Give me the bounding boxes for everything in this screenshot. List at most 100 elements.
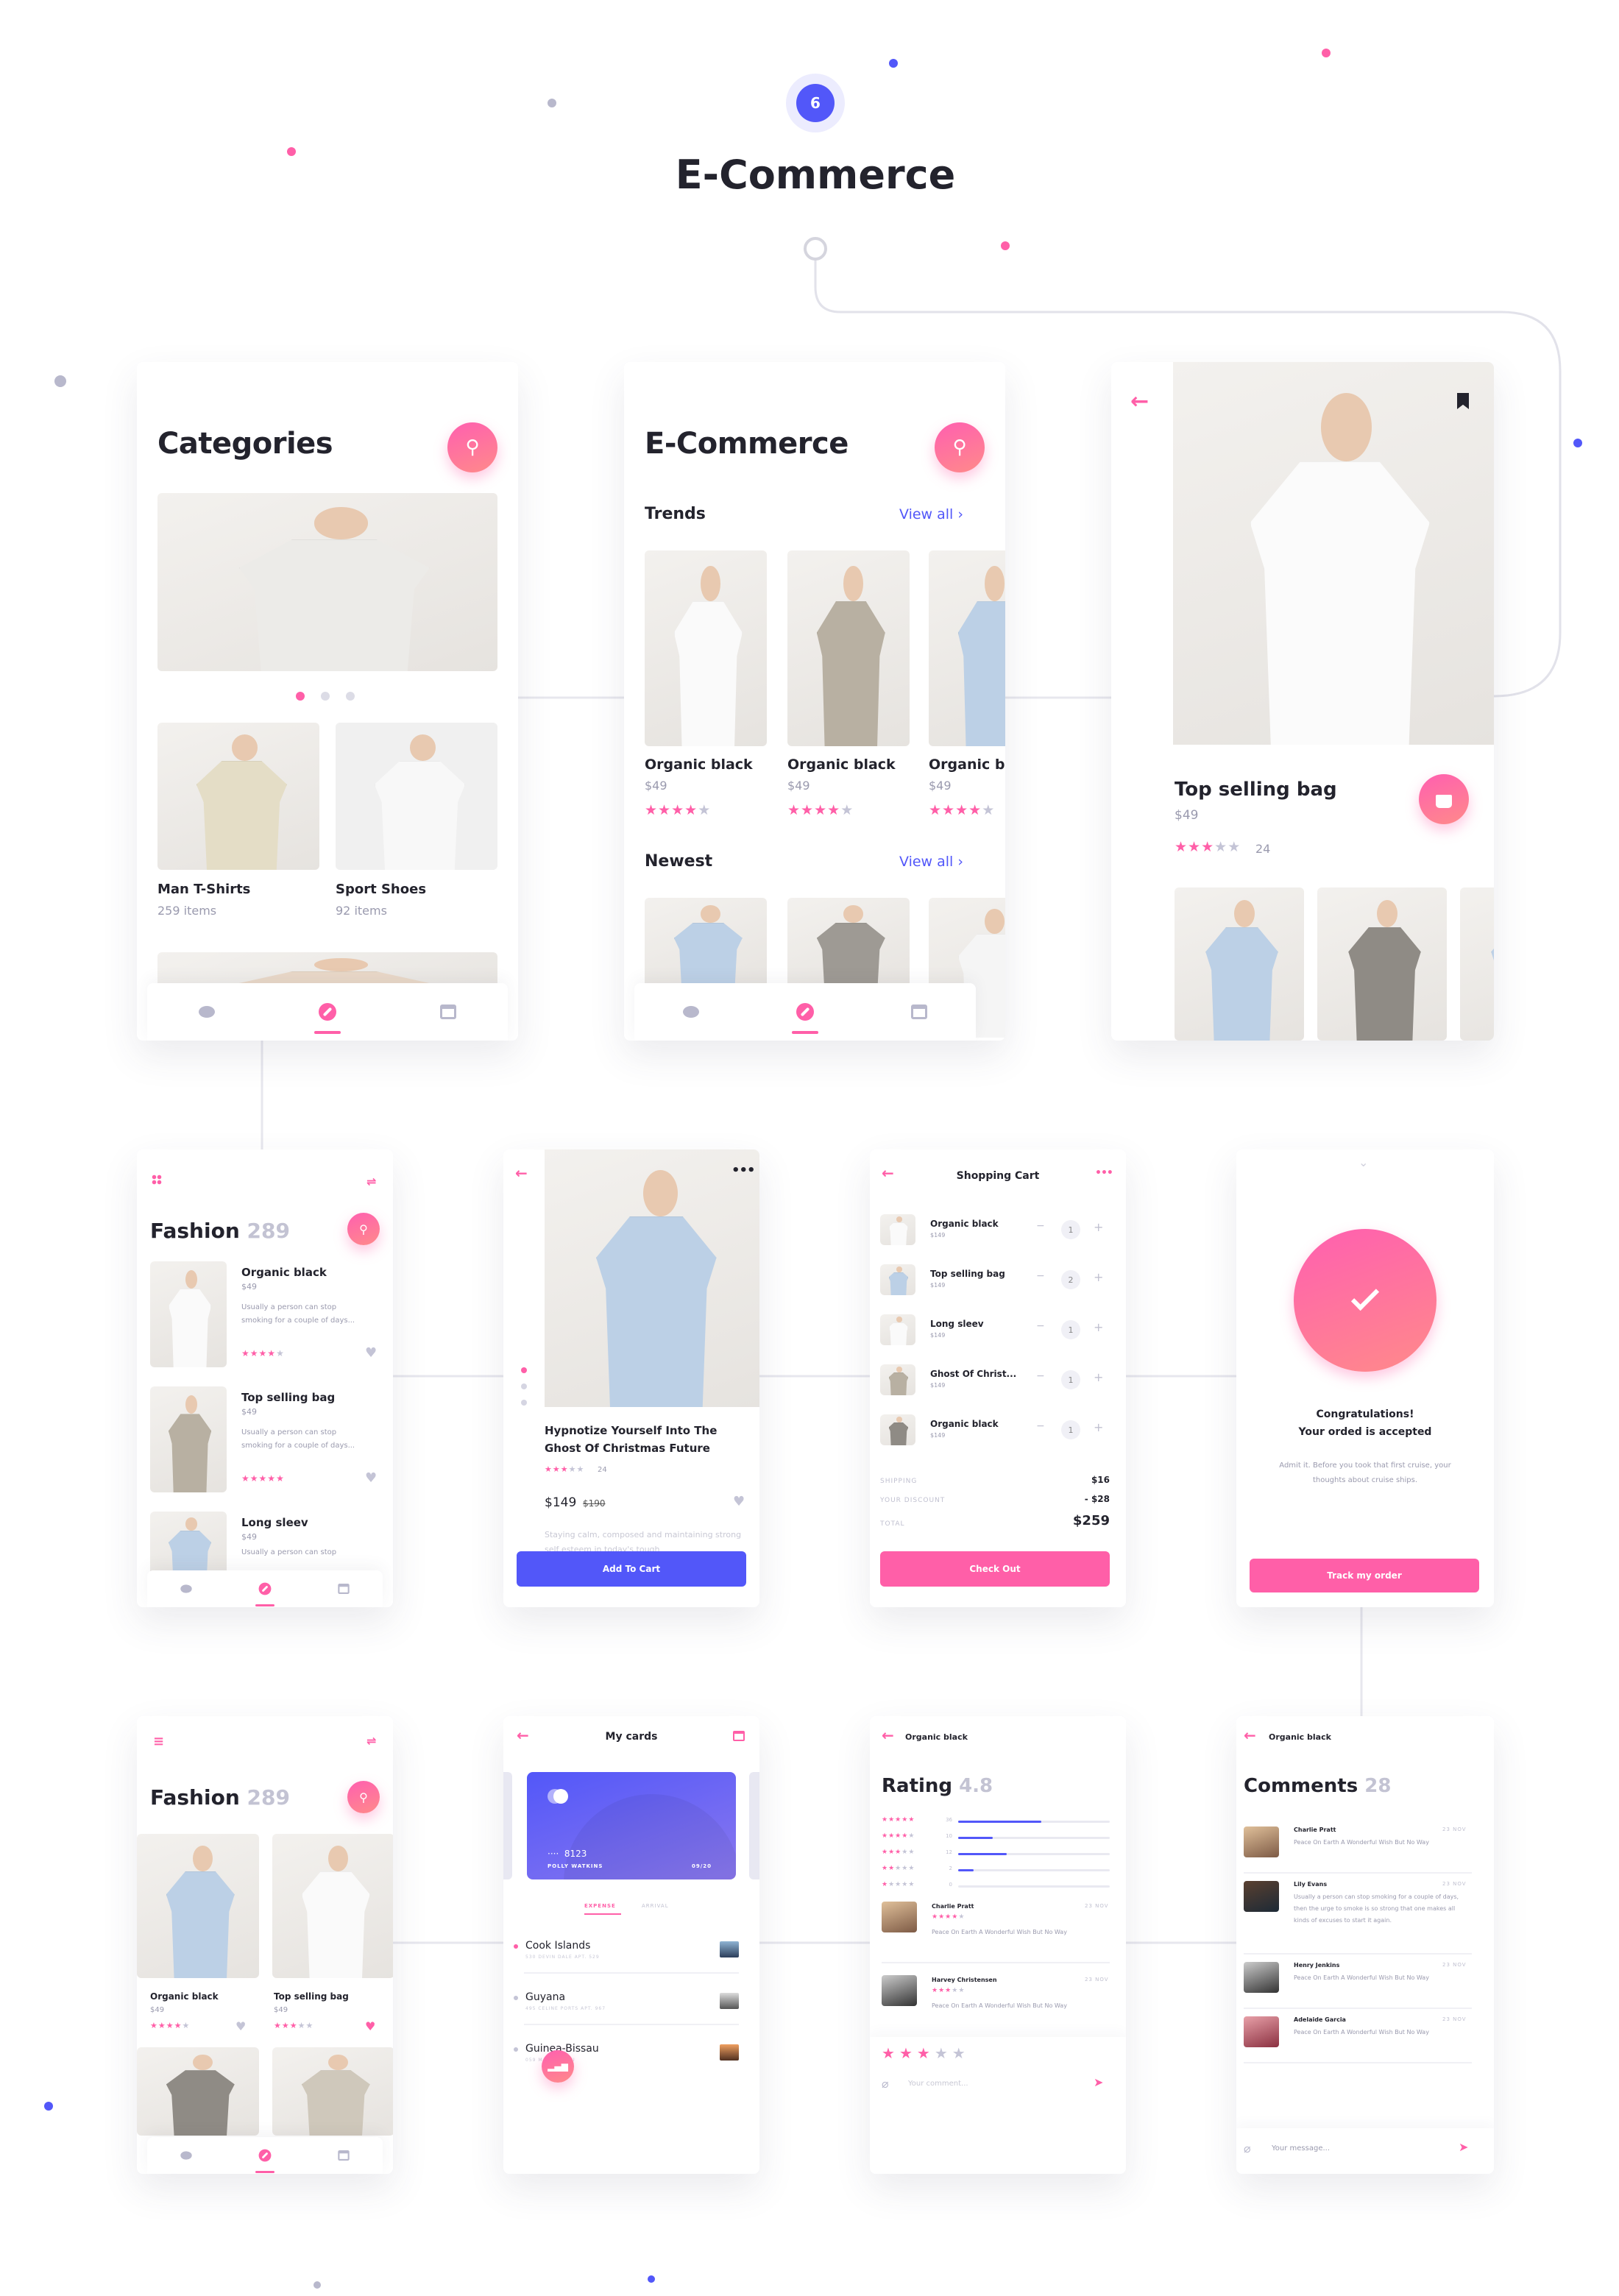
grid-item-image[interactable]	[137, 1834, 259, 1978]
add-to-cart-button[interactable]: Add To Cart	[517, 1551, 746, 1587]
carousel-dot[interactable]	[321, 692, 330, 701]
grid-item-name[interactable]: Organic black	[150, 1991, 219, 2002]
chevron-down-icon[interactable]: ⌄	[1358, 1155, 1368, 1169]
star-filled-icon[interactable]: ★	[882, 2044, 899, 2062]
heart-icon[interactable]: ♥	[365, 1470, 377, 1486]
category-tile-image[interactable]	[157, 723, 319, 870]
cart-item-name[interactable]: Organic black	[930, 1219, 999, 1229]
grid-icon[interactable]	[152, 1174, 162, 1185]
decrease-quantity-button[interactable]: −	[1036, 1370, 1045, 1382]
search-button[interactable]: ⚲	[447, 422, 497, 472]
category-hero-image[interactable]	[157, 493, 497, 671]
nav-explore[interactable]	[255, 2147, 274, 2173]
nav-calendar[interactable]	[911, 1005, 927, 1019]
gallery-dot[interactable]	[521, 1383, 527, 1389]
carousel-dot-active[interactable]	[296, 692, 305, 701]
heart-icon[interactable]: ♥	[733, 1494, 745, 1509]
nav-calendar[interactable]	[336, 1581, 352, 1596]
increase-quantity-button[interactable]: +	[1094, 1370, 1103, 1384]
search-button[interactable]: ⚲	[347, 1213, 380, 1245]
credit-card[interactable]: ···· 8123 POLLY WATKINS 09/20	[527, 1772, 736, 1879]
send-icon[interactable]: ➤	[1094, 2075, 1103, 2089]
category-tile-image[interactable]	[336, 723, 497, 870]
tab-expense[interactable]: EXPENSE	[584, 1903, 616, 1909]
cart-item-image[interactable]	[880, 1264, 915, 1295]
list-item-image[interactable]	[150, 1261, 227, 1367]
grid-item-image[interactable]	[137, 2047, 259, 2136]
product-name[interactable]: Organic bla	[929, 757, 1005, 773]
next-card-peek[interactable]	[749, 1772, 759, 1879]
list-item-image[interactable]	[150, 1386, 227, 1492]
product-image[interactable]	[929, 550, 1005, 746]
prev-card-peek[interactable]	[503, 1772, 512, 1879]
product-hero-image[interactable]	[1173, 362, 1494, 745]
product-image[interactable]	[787, 550, 910, 746]
stats-button[interactable]: ▂▄▆	[542, 2050, 574, 2083]
nav-calendar[interactable]	[439, 1005, 456, 1019]
category-name[interactable]: Sport Shoes	[336, 882, 426, 897]
carousel-dot[interactable]	[346, 692, 355, 701]
add-to-bag-button[interactable]	[1419, 774, 1469, 824]
list-item-name[interactable]: Organic black	[241, 1266, 327, 1279]
increase-quantity-button[interactable]: +	[1094, 1270, 1103, 1284]
back-arrow-icon[interactable]: ←	[882, 1726, 894, 1744]
transaction-name[interactable]: Cook Islands	[525, 1940, 590, 1952]
gallery-dot-active[interactable]	[521, 1367, 527, 1373]
transaction-name[interactable]: Guyana	[525, 1991, 565, 2003]
tab-arrival[interactable]: ARRIVAL	[642, 1903, 669, 1909]
heart-icon[interactable]: ♥	[365, 1345, 377, 1361]
gallery-indicator[interactable]	[521, 1367, 527, 1406]
comment-input[interactable]: Your comment...	[908, 2080, 968, 2088]
product-image[interactable]	[645, 550, 767, 746]
nav-calendar[interactable]	[336, 2148, 352, 2163]
filter-icon[interactable]: ⇌	[366, 1734, 376, 1748]
increase-quantity-button[interactable]: +	[1094, 1320, 1103, 1334]
product-image[interactable]	[545, 1149, 759, 1407]
grid-item-image[interactable]	[272, 1834, 393, 1978]
increase-quantity-button[interactable]: +	[1094, 1220, 1103, 1234]
grid-item-image[interactable]	[272, 2047, 393, 2136]
gallery-thumbnail[interactable]	[1317, 887, 1447, 1041]
cart-item-image[interactable]	[880, 1314, 915, 1345]
grid-item-name[interactable]: Top selling bag	[274, 1991, 349, 2002]
send-icon[interactable]: ➤	[1459, 2140, 1468, 2154]
user-rating-input[interactable]: ★★★★★	[882, 2044, 970, 2062]
star-filled-icon[interactable]: ★	[917, 2044, 935, 2062]
star-empty-icon[interactable]: ★	[952, 2044, 970, 2062]
cart-item-name[interactable]: Ghost Of Christ...	[930, 1369, 1016, 1379]
list-item-name[interactable]: Long sleev	[241, 1516, 308, 1529]
back-arrow-icon[interactable]: ←	[515, 1164, 528, 1182]
search-button[interactable]: ⚲	[347, 1781, 380, 1813]
heart-icon-liked[interactable]: ♥	[365, 2019, 375, 2033]
message-input[interactable]: Your message...	[1272, 2144, 1330, 2152]
nav-explore[interactable]	[792, 1003, 818, 1034]
gallery-thumbnail[interactable]	[1175, 887, 1304, 1041]
cart-item-name[interactable]: Organic black	[930, 1419, 999, 1429]
gallery-dot[interactable]	[521, 1400, 527, 1406]
decrease-quantity-button[interactable]: −	[1036, 1420, 1045, 1432]
paperclip-icon[interactable]: ⌀	[1244, 2141, 1251, 2155]
decrease-quantity-button[interactable]: −	[1036, 1220, 1045, 1232]
view-all-trends[interactable]: View all ›	[899, 506, 963, 522]
gallery-thumbnail[interactable]	[1460, 887, 1494, 1041]
product-name[interactable]: Organic black	[787, 757, 896, 773]
search-button[interactable]: ⚲	[935, 422, 985, 472]
product-name[interactable]: Organic black	[645, 757, 753, 773]
nav-explore[interactable]	[313, 1003, 341, 1034]
track-order-button[interactable]: Track my order	[1250, 1559, 1479, 1592]
star-filled-icon[interactable]: ★	[899, 2044, 917, 2062]
category-name[interactable]: Man T-Shirts	[157, 882, 250, 897]
nav-explore[interactable]	[255, 1580, 274, 1606]
view-all-newest[interactable]: View all ›	[899, 854, 963, 870]
nav-chat[interactable]	[178, 1583, 194, 1595]
menu-icon[interactable]: ≡	[153, 1734, 164, 1749]
nav-chat[interactable]	[178, 2150, 194, 2161]
list-item-name[interactable]: Top selling bag	[241, 1391, 335, 1404]
star-empty-icon[interactable]: ★	[935, 2044, 952, 2062]
paperclip-icon[interactable]: ⌀	[882, 2077, 889, 2091]
product-image[interactable]	[645, 898, 767, 993]
back-arrow-icon[interactable]: ←	[1244, 1726, 1256, 1744]
calendar-icon[interactable]	[733, 1731, 745, 1741]
nav-chat[interactable]	[683, 1006, 699, 1018]
nav-chat[interactable]	[199, 1006, 216, 1018]
